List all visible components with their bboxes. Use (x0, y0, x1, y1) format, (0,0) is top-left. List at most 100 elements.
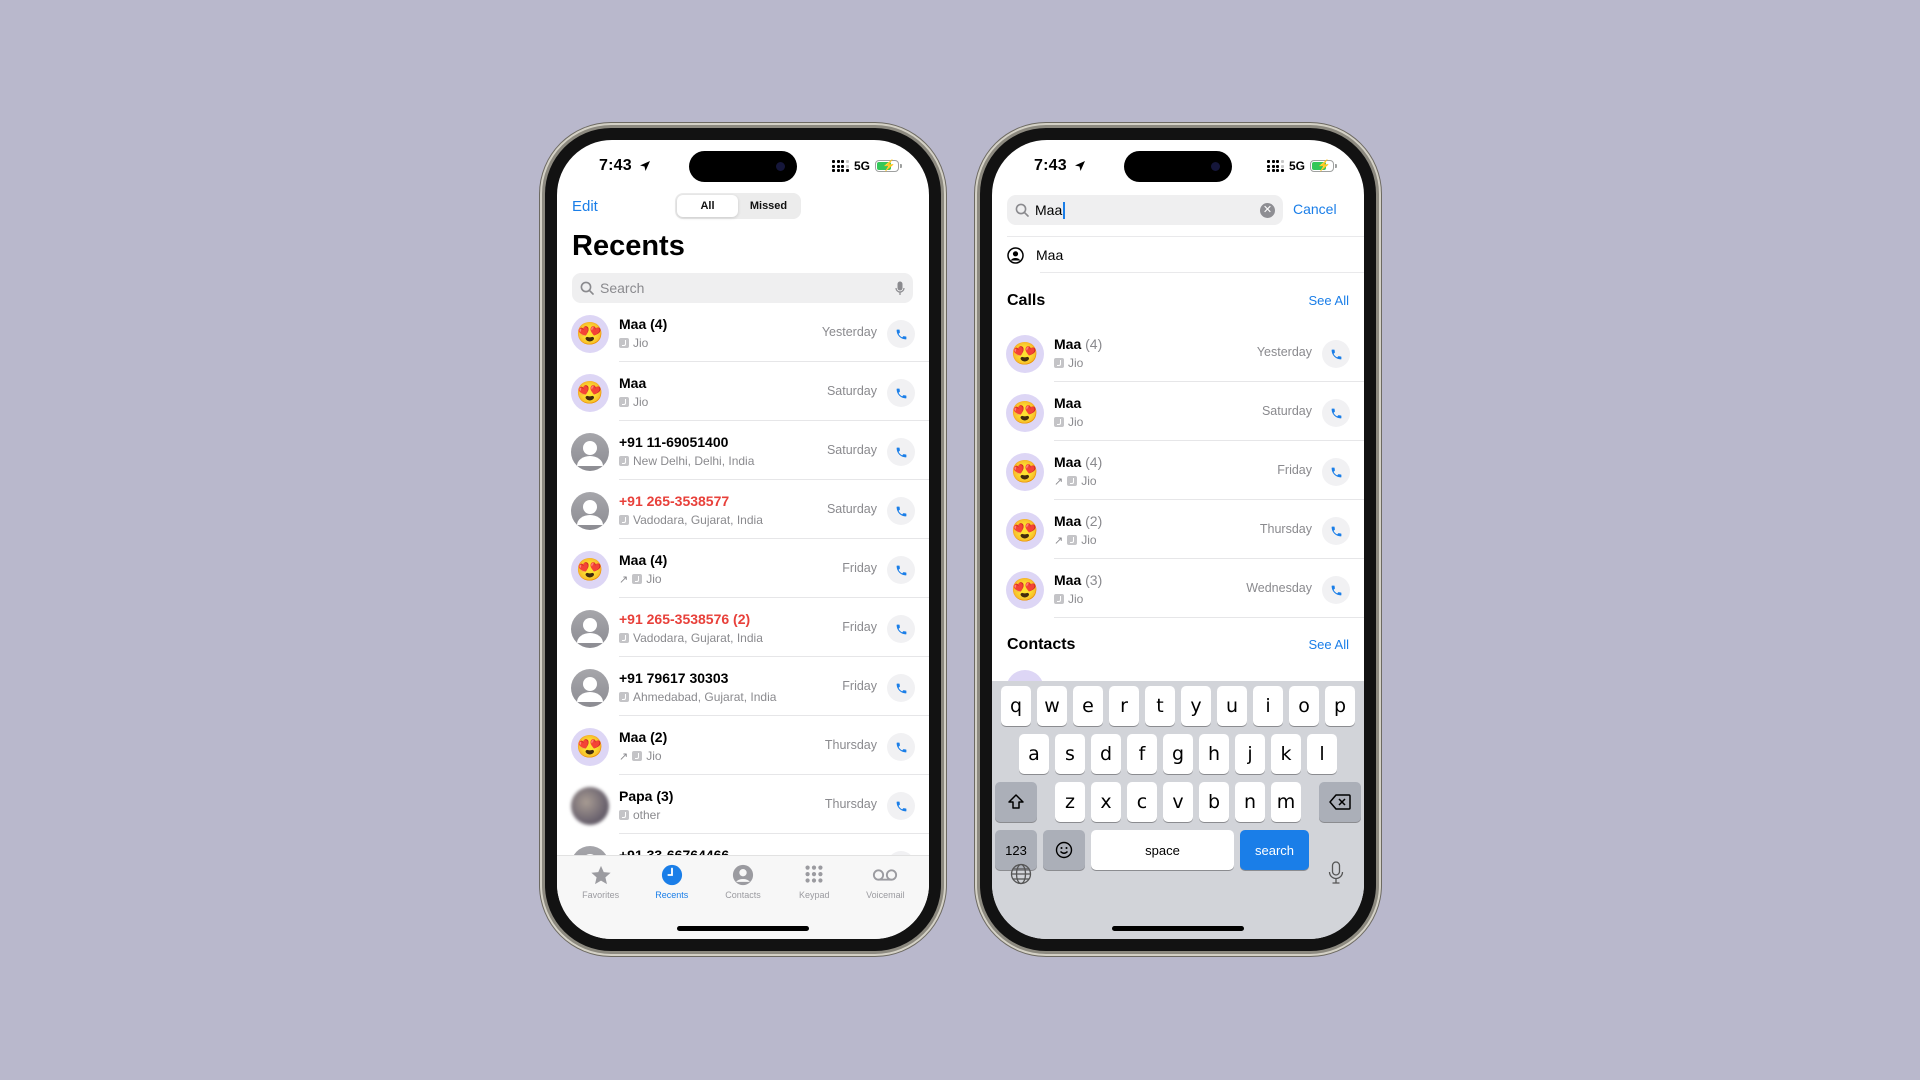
caller-detail: Vadodara, Gujarat, India (633, 513, 763, 527)
call-button[interactable] (887, 556, 915, 584)
search-icon (580, 281, 594, 295)
search-input[interactable]: Maa ✕ (1007, 195, 1283, 225)
key-v[interactable]: v (1163, 782, 1193, 822)
call-button[interactable] (887, 733, 915, 761)
cancel-button[interactable]: Cancel (1293, 201, 1337, 217)
key-n[interactable]: n (1235, 782, 1265, 822)
microphone-icon[interactable] (895, 281, 905, 296)
call-result-row[interactable]: 😍 Maa Jio Saturday (992, 382, 1364, 441)
key-s[interactable]: s (1055, 734, 1085, 774)
globe-icon[interactable] (1010, 863, 1032, 885)
call-button[interactable] (887, 792, 915, 820)
key-o[interactable]: o (1289, 686, 1319, 726)
call-button[interactable] (1322, 340, 1350, 368)
key-r[interactable]: r (1109, 686, 1139, 726)
call-time: Thursday (824, 797, 877, 811)
tab-favorites[interactable]: Favorites (565, 862, 636, 939)
call-button[interactable] (1322, 458, 1350, 486)
search-field[interactable]: Search (572, 273, 913, 303)
call-detail: Jio (619, 336, 648, 350)
key-u[interactable]: u (1217, 686, 1247, 726)
delete-key[interactable] (1319, 782, 1361, 822)
edit-button[interactable]: Edit (572, 198, 598, 215)
key-x[interactable]: x (1091, 782, 1121, 822)
phone-icon (1331, 585, 1341, 595)
call-button[interactable] (887, 615, 915, 643)
key-y[interactable]: y (1181, 686, 1211, 726)
key-a[interactable]: a (1019, 734, 1049, 774)
shift-key[interactable] (995, 782, 1037, 822)
call-row[interactable]: 😍 Maa Jio Saturday (557, 362, 929, 421)
home-indicator[interactable] (1112, 926, 1244, 931)
call-button[interactable] (1322, 576, 1350, 604)
calls-results-list: 😍 Maa (4) Jio Yesterday 😍 Maa Jio Saturday 😍 Maa… (992, 323, 1364, 618)
key-b[interactable]: b (1199, 782, 1229, 822)
call-button[interactable] (887, 674, 915, 702)
recents-screen: 7:43 5G ⚡ Edit All Missed Recents Search (557, 140, 929, 939)
call-row[interactable]: 😍 Maa (4) ↗ Jio Friday (557, 539, 929, 598)
call-row[interactable]: +91 11-69051400 New Delhi, Delhi, India Sa… (557, 421, 929, 480)
call-row[interactable]: 😍 Maa (2) ↗ Jio Thursday (557, 716, 929, 775)
segment-all[interactable]: All (677, 195, 738, 217)
dictation-microphone-icon[interactable] (1328, 861, 1344, 885)
contacts-section-header: Contacts See All (1007, 636, 1349, 654)
call-result-row[interactable]: 😍 Maa (4) ↗ Jio Friday (992, 441, 1364, 500)
key-m[interactable]: m (1271, 782, 1301, 822)
call-button[interactable] (887, 320, 915, 348)
key-f[interactable]: f (1127, 734, 1157, 774)
key-q[interactable]: q (1001, 686, 1031, 726)
key-e[interactable]: e (1073, 686, 1103, 726)
key-w[interactable]: w (1037, 686, 1067, 726)
caller-name: +91 265-3538576 (2) (619, 611, 751, 627)
call-time: Saturday (1261, 404, 1312, 418)
call-button[interactable] (1322, 517, 1350, 545)
heart-eyes-emoji-icon: 😍 (576, 380, 604, 405)
call-row[interactable]: +91 265-3538577 Vadodara, Gujarat, India S… (557, 480, 929, 539)
avatar: 😍 (571, 374, 609, 412)
caller-detail: Jio (1068, 592, 1084, 606)
call-button[interactable] (887, 497, 915, 525)
calls-see-all-link[interactable]: See All (1309, 293, 1349, 308)
call-row[interactable]: 😍 Maa (4) Jio Yesterday (557, 303, 929, 362)
call-time: Thursday (1259, 522, 1312, 536)
segment-missed[interactable]: Missed (738, 195, 799, 217)
call-result-row[interactable]: 😍 Maa (2) ↗ Jio Thursday (992, 500, 1364, 559)
filter-segmented-control[interactable]: All Missed (675, 193, 801, 219)
call-button[interactable] (887, 379, 915, 407)
key-h[interactable]: h (1199, 734, 1229, 774)
call-detail: ↗ Jio (619, 749, 662, 763)
tab-voicemail[interactable]: Voicemail (850, 862, 921, 939)
key-p[interactable]: p (1325, 686, 1355, 726)
call-button[interactable] (887, 438, 915, 466)
caller-detail: Jio (633, 336, 649, 350)
key-c[interactable]: c (1127, 782, 1157, 822)
key-d[interactable]: d (1091, 734, 1121, 774)
call-row[interactable]: +91 265-3538576 (2) Vadodara, Gujarat, In… (557, 598, 929, 657)
search-key[interactable]: search (1240, 830, 1309, 870)
call-button[interactable] (1322, 399, 1350, 427)
key-l[interactable]: l (1307, 734, 1337, 774)
key-k[interactable]: k (1271, 734, 1301, 774)
key-g[interactable]: g (1163, 734, 1193, 774)
outgoing-arrow-icon: ↗ (1054, 475, 1064, 488)
call-row[interactable]: Papa (3) other Thursday (557, 775, 929, 834)
phone-icon (896, 506, 906, 516)
space-key[interactable]: space (1091, 830, 1234, 870)
caller-detail: other (633, 808, 661, 822)
call-result-row[interactable]: 😍 Maa (3) Jio Wednesday (992, 559, 1364, 618)
key-i[interactable]: i (1253, 686, 1283, 726)
key-z[interactable]: z (1055, 782, 1085, 822)
contact-suggestion[interactable]: Maa (1007, 237, 1364, 273)
key-t[interactable]: t (1145, 686, 1175, 726)
call-row[interactable]: +91 79617 30303 Ahmedabad, Gujarat, India… (557, 657, 929, 716)
contacts-see-all-link[interactable]: See All (1309, 637, 1349, 652)
key-j[interactable]: j (1235, 734, 1265, 774)
clear-search-button[interactable]: ✕ (1260, 202, 1275, 218)
avatar: 😍 (1006, 335, 1044, 373)
call-result-row[interactable]: 😍 Maa (4) Jio Yesterday (992, 323, 1364, 382)
emoji-key[interactable] (1043, 830, 1085, 870)
caller-name: Maa (2) (1054, 513, 1102, 529)
avatar: 😍 (571, 728, 609, 766)
tab-label: Contacts (725, 890, 761, 900)
home-indicator[interactable] (677, 926, 809, 931)
